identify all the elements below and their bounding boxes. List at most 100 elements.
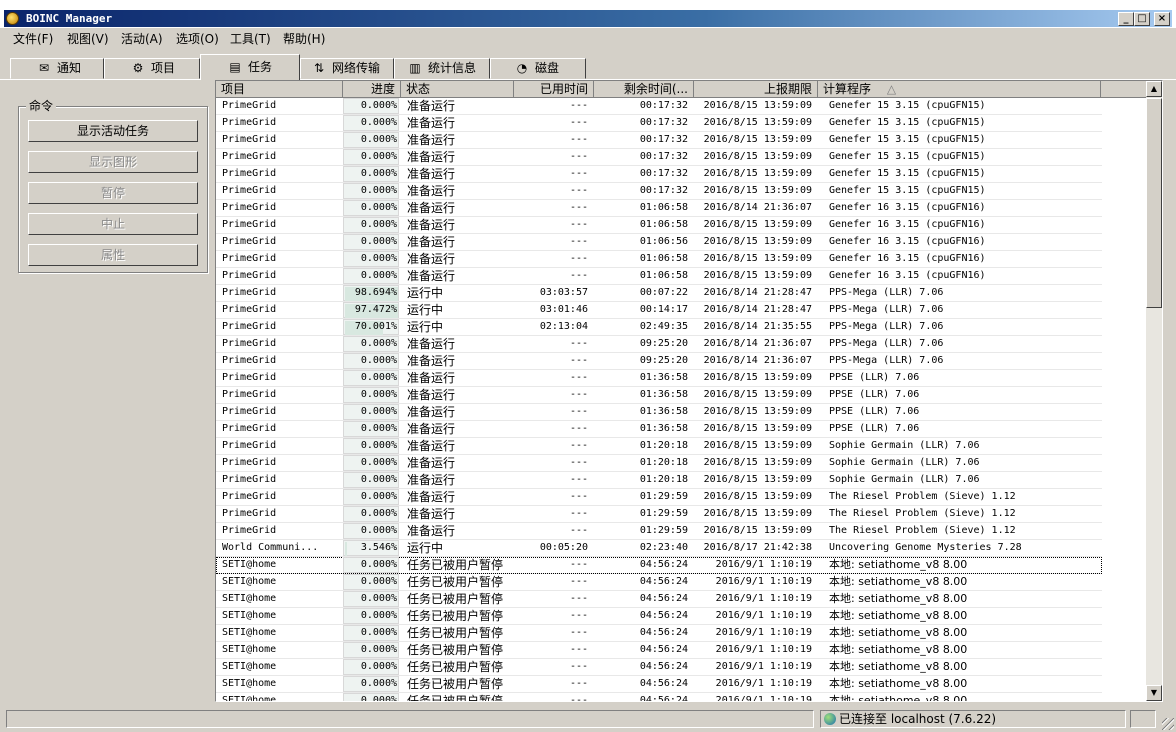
- cell-status: 准备运行: [407, 405, 456, 419]
- cell-project: PrimeGrid: [222, 406, 277, 417]
- scroll-down-button[interactable]: ▼: [1146, 685, 1162, 701]
- cell-remaining: 00:17:32: [639, 117, 688, 128]
- cell-status: 准备运行: [407, 422, 456, 436]
- cell-application: The Riesel Problem (Sieve) 1.12: [829, 491, 1016, 502]
- table-row[interactable]: PrimeGrid 0.000% 准备运行 --- 01:36:58 2016/8/15 …: [216, 370, 1102, 387]
- progress-value: 0.000%: [360, 627, 397, 638]
- table-row[interactable]: SETI@home 0.000% 任务已被用户暂停 --- 04:56:24 2016/9…: [216, 693, 1102, 702]
- tab-notices[interactable]: ✉ 通知: [10, 58, 104, 79]
- cell-project: PrimeGrid: [222, 270, 277, 281]
- table-row[interactable]: PrimeGrid 0.000% 准备运行 --- 01:06:58 2016/8/14 …: [216, 200, 1102, 217]
- table-row[interactable]: SETI@home 0.000% 任务已被用户暂停 --- 04:56:24 2016/9…: [216, 625, 1102, 642]
- cell-elapsed: ---: [569, 457, 588, 468]
- tab-statistics[interactable]: ▥ 统计信息: [394, 58, 490, 79]
- table-row[interactable]: SETI@home 0.000% 任务已被用户暂停 --- 04:56:24 2016/9…: [216, 642, 1102, 659]
- menu-file[interactable]: 文件(F): [13, 31, 53, 47]
- tab-disk[interactable]: ◔ 磁盘: [490, 58, 586, 79]
- table-row[interactable]: SETI@home 0.000% 任务已被用户暂停 --- 04:56:24 2016/9…: [216, 557, 1102, 574]
- table-row[interactable]: PrimeGrid 0.000% 准备运行 --- 09:25:20 2016/8/14 …: [216, 353, 1102, 370]
- cell-application: Genefer 15 3.15 (cpuGFN15): [829, 100, 986, 111]
- table-row[interactable]: PrimeGrid 0.000% 准备运行 --- 00:17:32 2016/8/15 …: [216, 115, 1102, 132]
- table-row[interactable]: PrimeGrid 0.000% 准备运行 --- 00:17:32 2016/8/15 …: [216, 149, 1102, 166]
- properties-button[interactable]: 属性: [28, 244, 198, 266]
- table-row[interactable]: PrimeGrid 0.000% 准备运行 --- 00:17:32 2016/8/15 …: [216, 132, 1102, 149]
- column-header-elapsed[interactable]: 已用时间: [514, 81, 594, 98]
- table-row[interactable]: SETI@home 0.000% 任务已被用户暂停 --- 04:56:24 2016/9…: [216, 676, 1102, 693]
- cell-remaining: 00:17:32: [639, 100, 688, 111]
- title-bar-background[interactable]: [4, 10, 1172, 27]
- table-row[interactable]: PrimeGrid 0.000% 准备运行 --- 01:06:58 2016/8/15 …: [216, 268, 1102, 285]
- boinc-app-icon[interactable]: [6, 12, 19, 25]
- cell-project: SETI@home: [222, 695, 277, 702]
- table-row[interactable]: PrimeGrid 0.000% 准备运行 --- 01:29:59 2016/8/15 …: [216, 489, 1102, 506]
- cell-project: SETI@home: [222, 644, 277, 655]
- progress-value: 0.000%: [360, 525, 397, 536]
- table-row[interactable]: PrimeGrid 0.000% 准备运行 --- 09:25:20 2016/8/14 …: [216, 336, 1102, 353]
- tab-transfers[interactable]: ⇅ 网络传输: [300, 58, 394, 79]
- progress-value: 0.000%: [360, 372, 397, 383]
- show-active-tasks-button[interactable]: 显示活动任务: [28, 120, 198, 142]
- cell-project: SETI@home: [222, 576, 277, 587]
- table-row[interactable]: SETI@home 0.000% 任务已被用户暂停 --- 04:56:24 2016/9…: [216, 591, 1102, 608]
- tasks-list[interactable]: 项目 进度 状态 已用时间 剩余时间(... 上报期限 计算程序 △ Prime…: [215, 80, 1163, 702]
- cell-status: 任务已被用户暂停: [407, 677, 504, 691]
- table-row[interactable]: PrimeGrid 0.000% 准备运行 --- 01:06:56 2016/8/15 …: [216, 234, 1102, 251]
- cell-project: SETI@home: [222, 593, 277, 604]
- menu-options[interactable]: 选项(O): [176, 31, 219, 47]
- table-row[interactable]: PrimeGrid 0.000% 准备运行 --- 00:17:32 2016/8/15 …: [216, 98, 1102, 115]
- menu-help[interactable]: 帮助(H): [283, 31, 325, 47]
- cell-remaining: 04:56:24: [639, 644, 688, 655]
- minimize-button[interactable]: _: [1118, 12, 1134, 26]
- resize-grip-icon[interactable]: [1162, 718, 1174, 730]
- abort-button[interactable]: 中止: [28, 213, 198, 235]
- show-graphics-button[interactable]: 显示图形: [28, 151, 198, 173]
- table-row[interactable]: PrimeGrid 97.472% 运行中 03:01:46 00:14:17 2016/…: [216, 302, 1102, 319]
- cell-elapsed: ---: [569, 338, 588, 349]
- table-row[interactable]: PrimeGrid 70.001% 运行中 02:13:04 02:49:35 2016/…: [216, 319, 1102, 336]
- cell-elapsed: ---: [569, 491, 588, 502]
- suspend-button[interactable]: 暂停: [28, 182, 198, 204]
- bar-chart-icon: ▥: [409, 61, 421, 75]
- table-row[interactable]: SETI@home 0.000% 任务已被用户暂停 --- 04:56:24 2016/9…: [216, 659, 1102, 676]
- table-row[interactable]: PrimeGrid 0.000% 准备运行 --- 01:36:58 2016/8/15 …: [216, 387, 1102, 404]
- tab-projects[interactable]: ⚙ 项目: [104, 58, 200, 79]
- tab-tasks[interactable]: ▤ 任务: [200, 54, 300, 80]
- column-header-application[interactable]: 计算程序 △: [818, 81, 1101, 98]
- scroll-thumb[interactable]: [1146, 98, 1162, 308]
- cell-project: PrimeGrid: [222, 168, 277, 179]
- scroll-up-button[interactable]: ▲: [1146, 81, 1162, 97]
- table-row[interactable]: PrimeGrid 0.000% 准备运行 --- 01:36:58 2016/8/15 …: [216, 404, 1102, 421]
- table-row[interactable]: World Communi... 3.546% 运行中 00:05:20 02:23:4…: [216, 540, 1102, 557]
- table-row[interactable]: PrimeGrid 0.000% 准备运行 --- 00:17:32 2016/8/15 …: [216, 183, 1102, 200]
- table-row[interactable]: PrimeGrid 0.000% 准备运行 --- 01:20:18 2016/8/15 …: [216, 438, 1102, 455]
- table-row[interactable]: PrimeGrid 0.000% 准备运行 --- 01:20:18 2016/8/15 …: [216, 472, 1102, 489]
- maximize-button[interactable]: □: [1134, 12, 1150, 26]
- column-header-project[interactable]: 项目: [216, 81, 343, 98]
- table-row[interactable]: PrimeGrid 0.000% 准备运行 --- 01:29:59 2016/8/15 …: [216, 506, 1102, 523]
- table-row[interactable]: SETI@home 0.000% 任务已被用户暂停 --- 04:56:24 2016/9…: [216, 608, 1102, 625]
- menu-activity[interactable]: 活动(A): [121, 31, 163, 47]
- table-row[interactable]: PrimeGrid 0.000% 准备运行 --- 01:36:58 2016/8/15 …: [216, 421, 1102, 438]
- column-header-progress[interactable]: 进度: [343, 81, 401, 98]
- cell-remaining: 04:56:24: [639, 695, 688, 702]
- table-row[interactable]: PrimeGrid 0.000% 准备运行 --- 01:20:18 2016/8/15 …: [216, 455, 1102, 472]
- cell-remaining: 02:23:40: [639, 542, 688, 553]
- progress-value: 0.000%: [360, 219, 397, 230]
- cell-elapsed: ---: [569, 593, 588, 604]
- table-row[interactable]: PrimeGrid 0.000% 准备运行 --- 01:06:58 2016/8/15 …: [216, 251, 1102, 268]
- vertical-scrollbar[interactable]: ▲ ▼: [1146, 81, 1162, 701]
- cell-project: PrimeGrid: [222, 372, 277, 383]
- table-row[interactable]: PrimeGrid 0.000% 准备运行 --- 00:17:32 2016/8/15 …: [216, 166, 1102, 183]
- table-row[interactable]: SETI@home 0.000% 任务已被用户暂停 --- 04:56:24 2016/9…: [216, 574, 1102, 591]
- close-button[interactable]: ×: [1154, 12, 1170, 26]
- cell-project: PrimeGrid: [222, 100, 277, 111]
- menu-view[interactable]: 视图(V): [67, 31, 109, 47]
- cell-application: Genefer 16 3.15 (cpuGFN16): [829, 202, 986, 213]
- table-row[interactable]: PrimeGrid 98.694% 运行中 03:03:57 00:07:22 2016/…: [216, 285, 1102, 302]
- table-row[interactable]: PrimeGrid 0.000% 准备运行 --- 01:06:58 2016/8/15 …: [216, 217, 1102, 234]
- table-row[interactable]: PrimeGrid 0.000% 准备运行 --- 01:29:59 2016/8/15 …: [216, 523, 1102, 540]
- column-header-deadline[interactable]: 上报期限: [694, 81, 818, 98]
- column-header-status[interactable]: 状态: [401, 81, 514, 98]
- column-header-remaining[interactable]: 剩余时间(...: [594, 81, 694, 98]
- menu-tools[interactable]: 工具(T): [230, 31, 271, 47]
